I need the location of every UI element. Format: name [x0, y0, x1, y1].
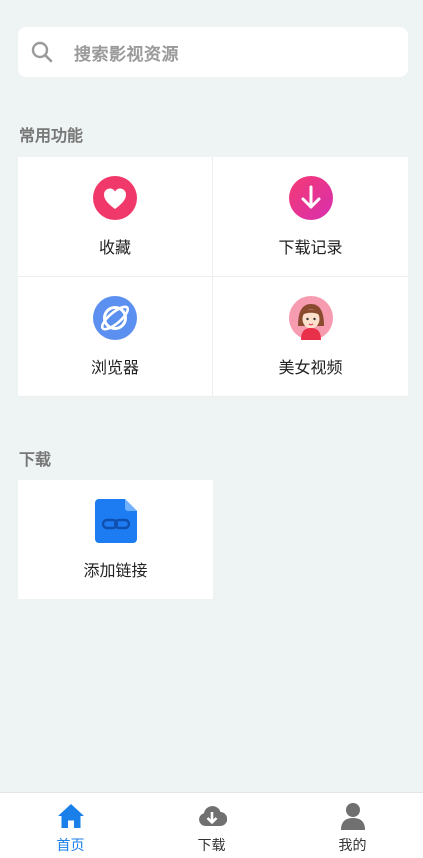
user-icon — [340, 803, 365, 830]
feature-grid: 收藏 下载记录 浏览器 美女视频 — [18, 157, 408, 397]
tab-label: 首页 — [56, 838, 85, 854]
home-screen: 搜索影视资源 常用功能 收藏 下载记录 浏览器 美女视频 下载 添加链接 首页 … — [0, 0, 423, 858]
feature-beauty-video[interactable]: 美女视频 — [213, 277, 408, 397]
tab-label: 我的 — [338, 838, 367, 854]
bottom-tab-bar: 首页 下载 我的 — [0, 792, 423, 858]
feature-label: 浏览器 — [90, 357, 139, 377]
feature-label: 添加链接 — [83, 560, 148, 580]
home-icon — [57, 804, 84, 828]
tab-home[interactable]: 首页 — [0, 793, 141, 858]
search-placeholder: 搜索影视资源 — [74, 44, 179, 65]
link-file-icon — [94, 498, 137, 543]
heart-icon — [93, 175, 137, 220]
search-icon — [31, 41, 53, 63]
tab-label: 下载 — [197, 838, 226, 854]
feature-download-records[interactable]: 下载记录 — [213, 157, 408, 277]
feature-label: 下载记录 — [278, 237, 343, 257]
feature-label: 美女视频 — [278, 357, 343, 377]
girl-avatar-icon — [288, 295, 333, 340]
section-title-common: 常用功能 — [19, 126, 84, 145]
feature-favorites[interactable]: 收藏 — [18, 157, 213, 277]
feature-label: 收藏 — [98, 237, 131, 257]
download-arrow-icon — [288, 175, 333, 220]
feature-add-link[interactable]: 添加链接 — [18, 480, 213, 599]
search-bar[interactable]: 搜索影视资源 — [18, 27, 408, 77]
feature-browser[interactable]: 浏览器 — [18, 277, 213, 397]
tab-profile[interactable]: 我的 — [282, 793, 423, 858]
section-title-download: 下载 — [19, 450, 52, 469]
tab-download[interactable]: 下载 — [141, 793, 282, 858]
browser-planet-icon — [93, 295, 137, 340]
cloud-download-icon — [198, 806, 227, 827]
